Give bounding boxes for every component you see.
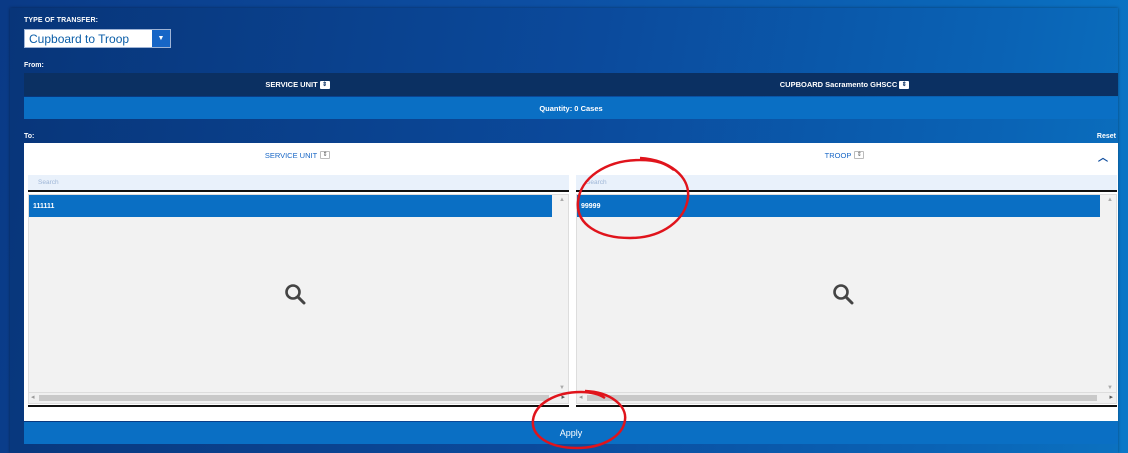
horizontal-scrollbar[interactable]: ◂ ▸ — [577, 392, 1116, 403]
scroll-right-icon[interactable]: ▸ — [561, 393, 565, 401]
vertical-scrollbar[interactable]: ▲ ▼ — [1105, 195, 1116, 393]
sort-icon[interactable]: ⇕ — [319, 80, 330, 89]
troop-column: 99999 ▲ ▼ ◂ ▸ — [576, 171, 1117, 415]
chevron-down-icon[interactable]: ▼ — [152, 30, 170, 47]
sort-icon[interactable]: ⇕ — [854, 151, 865, 159]
to-header: SERVICE UNIT ⇕ TROOP ⇕ — [24, 143, 1118, 167]
service-unit-list[interactable]: 111111 ▲ ▼ ◂ ▸ — [28, 194, 569, 404]
from-header: SERVICE UNIT ⇕ CUPBOARD Sacramento GHSCC… — [24, 73, 1118, 96]
scroll-down-icon[interactable]: ▼ — [1107, 385, 1113, 391]
from-service-unit-header[interactable]: SERVICE UNIT ⇕ — [24, 80, 571, 89]
scrollbar-thumb[interactable] — [587, 395, 1097, 401]
quantity-text: Quantity: 0 Cases — [539, 103, 603, 113]
scroll-up-icon[interactable]: ▲ — [559, 197, 565, 203]
from-cupboard-label: CUPBOARD Sacramento GHSCC — [779, 80, 898, 89]
to-service-unit-header[interactable]: SERVICE UNIT ⇕ — [24, 151, 571, 160]
scroll-left-icon[interactable]: ◂ — [579, 393, 583, 401]
apply-button[interactable]: Apply — [24, 422, 1118, 444]
quantity-bar: Quantity: 0 Cases — [24, 97, 1118, 119]
transfer-type-select[interactable]: Cupboard to Troop ▼ — [24, 29, 171, 48]
sort-icon[interactable]: ⇕ — [899, 80, 910, 89]
search-icon — [285, 284, 306, 305]
to-panel: SERVICE UNIT ⇕ TROOP ⇕ ︿ 111111 ▲ ▼ — [24, 143, 1118, 421]
to-troop-label: TROOP — [824, 150, 852, 160]
chevron-up-icon[interactable]: ︿ — [1098, 149, 1108, 164]
divider — [576, 405, 1117, 407]
to-troop-header[interactable]: TROOP ⇕ — [571, 151, 1118, 160]
troop-list[interactable]: 99999 ▲ ▼ ◂ ▸ — [576, 194, 1117, 404]
transfer-type-label: TYPE OF TRANSFER: — [24, 17, 99, 24]
vertical-scrollbar[interactable]: ▲ ▼ — [557, 195, 568, 393]
from-label: From: — [24, 62, 44, 69]
divider — [28, 405, 569, 407]
troop-search-input[interactable] — [576, 175, 1117, 192]
scroll-left-icon[interactable]: ◂ — [31, 393, 35, 401]
scroll-down-icon[interactable]: ▼ — [559, 385, 565, 391]
scroll-right-icon[interactable]: ▸ — [1109, 393, 1113, 401]
search-icon — [833, 284, 854, 305]
list-item[interactable]: 111111 — [29, 195, 552, 217]
to-service-unit-label: SERVICE UNIT — [264, 150, 318, 160]
horizontal-scrollbar[interactable]: ◂ ▸ — [29, 392, 568, 403]
service-unit-column: 111111 ▲ ▼ ◂ ▸ — [28, 171, 569, 415]
service-unit-search-input[interactable] — [28, 175, 569, 192]
scroll-up-icon[interactable]: ▲ — [1107, 197, 1113, 203]
from-service-unit-label: SERVICE UNIT — [265, 80, 318, 89]
to-label: To: — [24, 133, 35, 140]
from-cupboard-header[interactable]: CUPBOARD Sacramento GHSCC ⇕ — [571, 80, 1118, 89]
transfer-form: TYPE OF TRANSFER: Cupboard to Troop ▼ Fr… — [10, 8, 1118, 453]
transfer-type-value: Cupboard to Troop — [29, 31, 130, 46]
scrollbar-thumb[interactable] — [39, 395, 549, 401]
reset-link[interactable]: Reset — [1097, 133, 1116, 140]
list-item[interactable]: 99999 — [577, 195, 1100, 217]
sort-icon[interactable]: ⇕ — [320, 151, 331, 159]
